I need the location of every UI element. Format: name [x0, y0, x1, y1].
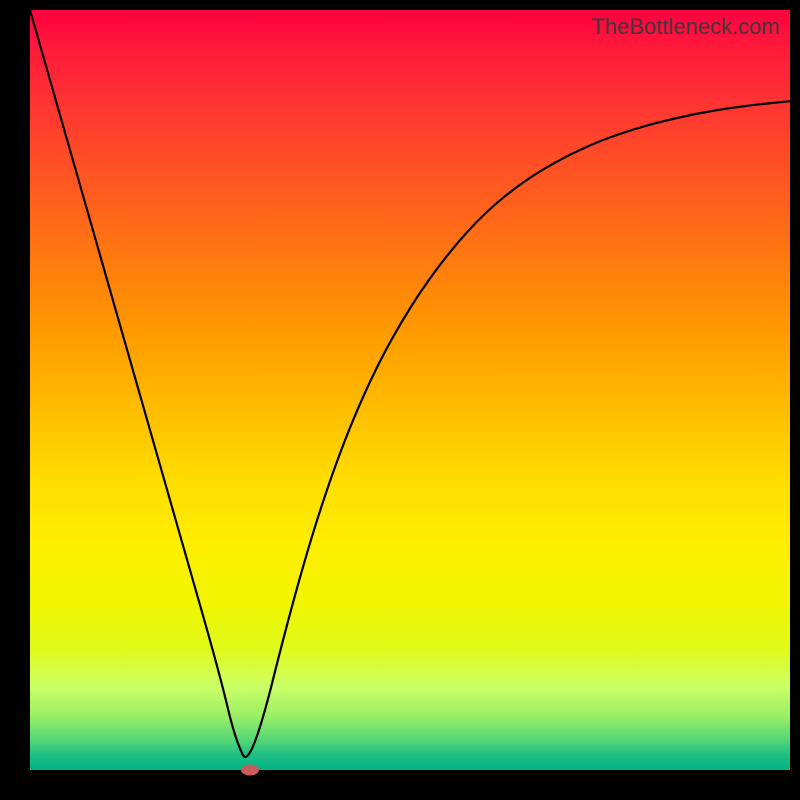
source-attribution: TheBottleneck.com — [592, 14, 780, 40]
curve-layer — [30, 10, 790, 770]
bottleneck-curve — [30, 10, 790, 757]
chart-plot-area: TheBottleneck.com — [30, 10, 790, 770]
minimum-marker — [241, 765, 259, 776]
